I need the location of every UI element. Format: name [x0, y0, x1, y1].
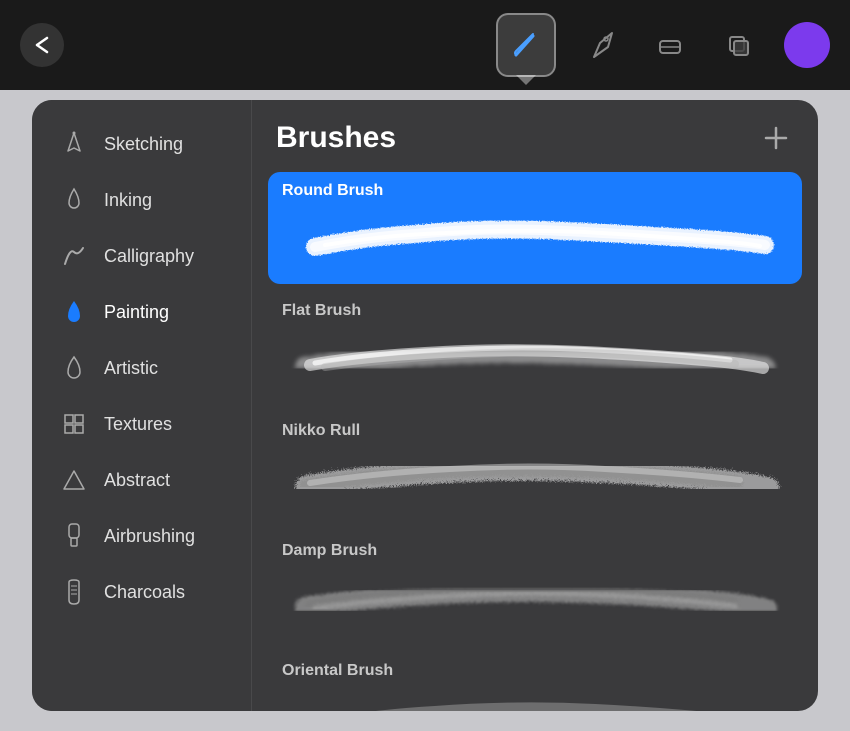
nikko-rull-stroke: [268, 444, 802, 524]
brush-panel-header: Brushes: [252, 100, 818, 172]
sidebar-item-calligraphy[interactable]: Calligraphy: [40, 228, 243, 284]
brush-item-flat-brush[interactable]: Flat Brush: [268, 292, 802, 404]
brush-item-round-brush[interactable]: Round Brush: [268, 172, 802, 284]
textures-icon: [60, 410, 88, 438]
sketching-icon: [60, 130, 88, 158]
damp-brush-stroke: [268, 564, 802, 644]
user-avatar[interactable]: [784, 22, 830, 68]
brush-item-damp-brush[interactable]: Damp Brush: [268, 532, 802, 644]
abstract-label: Abstract: [104, 470, 170, 491]
oriental-brush-label: Oriental Brush: [268, 652, 802, 684]
toolbar-left: [20, 23, 64, 67]
sidebar-item-artistic[interactable]: Artistic: [40, 340, 243, 396]
back-button[interactable]: [20, 23, 64, 67]
sidebar-item-inking[interactable]: Inking: [40, 172, 243, 228]
artistic-icon: [60, 354, 88, 382]
add-brush-button[interactable]: [758, 120, 794, 156]
toolbar-tools: [496, 13, 830, 77]
flat-brush-label: Flat Brush: [268, 292, 802, 324]
brush-tool-button[interactable]: [496, 13, 556, 77]
category-sidebar: Sketching Inking Calligraphy: [32, 100, 252, 711]
artistic-label: Artistic: [104, 358, 158, 379]
airbrushing-icon: [60, 522, 88, 550]
charcoals-label: Charcoals: [104, 582, 185, 603]
pen-tool-button[interactable]: [580, 23, 624, 67]
inking-icon: [60, 186, 88, 214]
inking-label: Inking: [104, 190, 152, 211]
panel-title: Brushes: [276, 121, 396, 155]
textures-label: Textures: [104, 414, 172, 435]
calligraphy-icon: [60, 242, 88, 270]
sidebar-item-textures[interactable]: Textures: [40, 396, 243, 452]
round-brush-stroke: [268, 204, 802, 284]
painting-icon: [60, 298, 88, 326]
sidebar-item-sketching[interactable]: Sketching: [40, 116, 243, 172]
round-brush-label: Round Brush: [268, 172, 802, 204]
brush-list: Round Brush: [252, 172, 818, 711]
airbrushing-label: Airbrushing: [104, 526, 195, 547]
sidebar-item-airbrushing[interactable]: Airbrushing: [40, 508, 243, 564]
toolbar: [0, 0, 850, 90]
calligraphy-label: Calligraphy: [104, 246, 194, 267]
brush-item-nikko-rull[interactable]: Nikko Rull: [268, 412, 802, 524]
flat-brush-stroke: [268, 324, 802, 404]
damp-brush-label: Damp Brush: [268, 532, 802, 564]
charcoals-icon: [60, 578, 88, 606]
eraser-tool-button[interactable]: [648, 23, 692, 67]
painting-label: Painting: [104, 302, 169, 323]
layers-tool-button[interactable]: [716, 23, 760, 67]
brush-list-panel: Brushes Round Brush: [252, 100, 818, 711]
brushes-panel: Sketching Inking Calligraphy: [32, 100, 818, 711]
sketching-label: Sketching: [104, 134, 183, 155]
sidebar-item-painting[interactable]: Painting: [40, 284, 243, 340]
brush-item-oriental-brush[interactable]: Oriental Brush: [268, 652, 802, 711]
nikko-rull-label: Nikko Rull: [268, 412, 802, 444]
sidebar-item-abstract[interactable]: Abstract: [40, 452, 243, 508]
oriental-brush-stroke: [268, 684, 802, 711]
sidebar-item-charcoals[interactable]: Charcoals: [40, 564, 243, 620]
abstract-icon: [60, 466, 88, 494]
